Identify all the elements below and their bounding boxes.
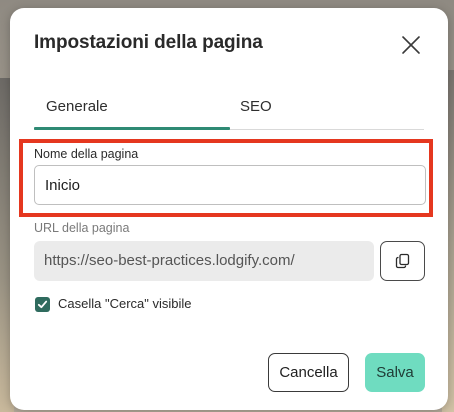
close-button[interactable] bbox=[398, 32, 424, 58]
page-settings-dialog: Impostazioni della pagina Generale SEO N… bbox=[10, 8, 448, 410]
page-url-label: URL della pagina bbox=[34, 221, 130, 235]
active-tab-indicator bbox=[34, 127, 230, 130]
page-url-field: https://seo-best-practices.lodgify.com/ bbox=[34, 241, 374, 281]
search-box-checkbox-label: Casella "Cerca" visibile bbox=[58, 296, 192, 311]
dialog-title: Impostazioni della pagina bbox=[34, 32, 263, 53]
cancel-button[interactable]: Cancella bbox=[268, 353, 349, 392]
copy-icon bbox=[395, 253, 409, 269]
close-icon bbox=[402, 36, 420, 54]
copy-url-button[interactable] bbox=[380, 241, 425, 281]
search-box-checkbox[interactable] bbox=[35, 297, 50, 312]
check-icon bbox=[37, 300, 48, 309]
save-button[interactable]: Salva bbox=[365, 353, 425, 392]
tab-seo[interactable]: SEO bbox=[240, 98, 272, 115]
page-name-label: Nome della pagina bbox=[34, 147, 139, 161]
settings-tabs: Generale SEO bbox=[34, 94, 424, 130]
page-name-input[interactable] bbox=[34, 165, 426, 205]
tab-general[interactable]: Generale bbox=[46, 98, 108, 115]
